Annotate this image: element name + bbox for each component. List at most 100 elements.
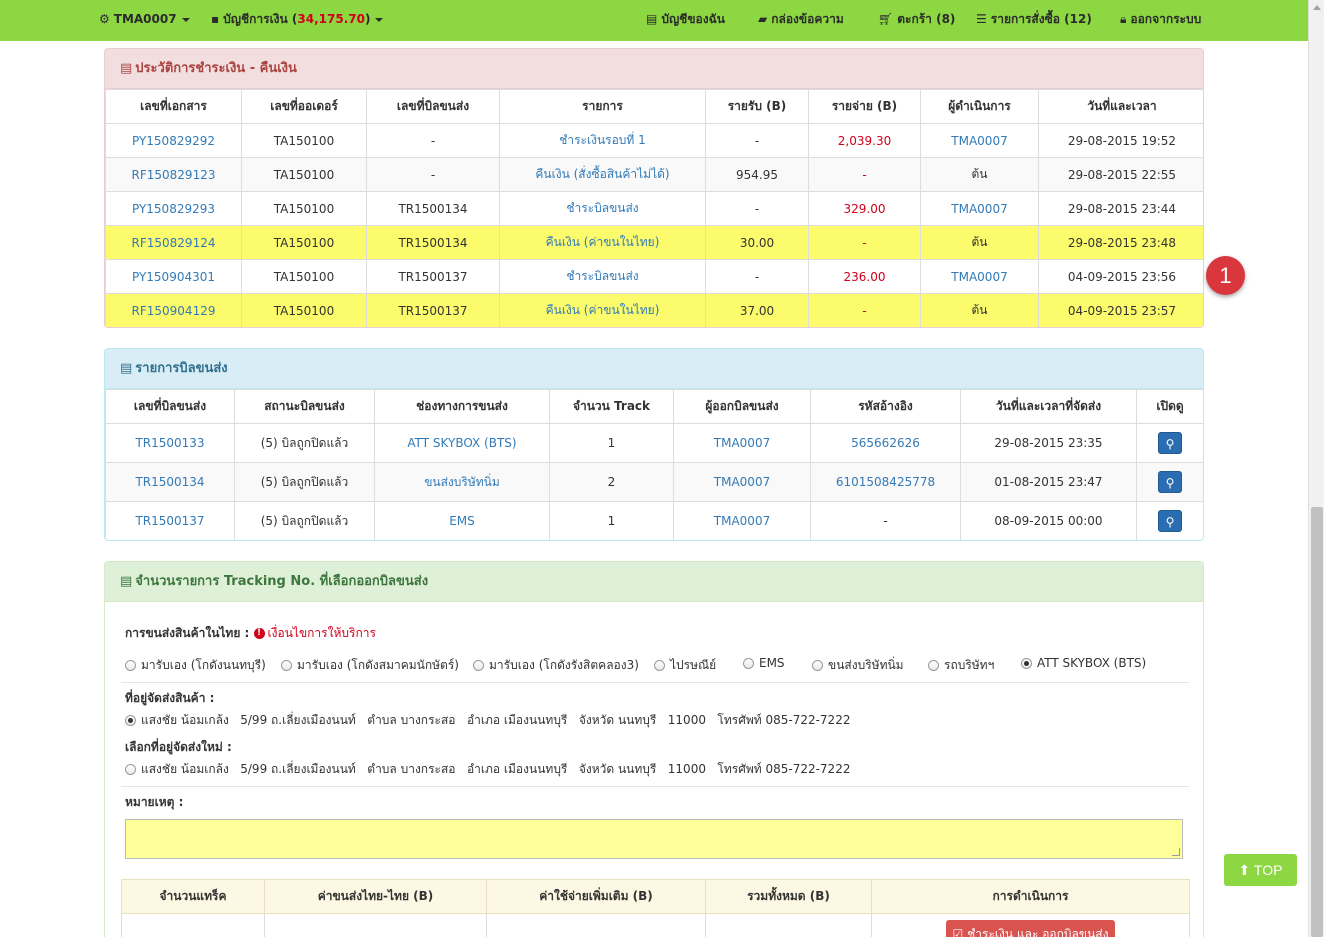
table-row: PY150829292 TA150100 - ชำระเงินรอบที่ 1 - 2,0… [105,123,1203,158]
scrollbar-thumb[interactable] [1311,507,1323,937]
tracking-panel: ▤ จำนวนรายการ Tracking No. ที่เลือกออกบิล… [104,561,1204,937]
datetime: 29-08-2015 22:55 [1067,167,1177,182]
orders-link[interactable]: ☰ รายการสั่งซื้อ (12) [976,0,1092,41]
shipping-option[interactable]: รถบริษัทฯ [928,656,994,675]
radio-button-checked[interactable] [125,715,136,726]
conditions-link[interactable]: ! เงื่อนไขการให้บริการ [253,626,376,640]
extra-fee-cell [486,913,706,937]
item-link[interactable]: ชำระบิลขนส่ง [566,269,638,283]
address-option[interactable]: แสงชัย น้อมเกล้ง 5/99 ถ.เลี่ยงเมืองนนท์ … [125,711,850,730]
radio-button[interactable] [125,764,136,775]
remark-textarea[interactable] [125,819,1183,859]
shipping-option[interactable]: มารับเอง (โกดังสมาคมนักษัตร์) [281,656,459,675]
operator-link[interactable]: ต้น [972,303,988,317]
operator-link[interactable]: TMA0007 [951,202,1007,216]
income-amount: - [754,133,760,148]
doc-number-link[interactable]: RF150829124 [132,236,216,250]
bill-number: - [430,133,436,148]
action-cell: ☑ ชำระเงิน และ ออกบิลขนส่ง [871,913,1190,937]
table-cell: 29-08-2015 19:52 [1038,123,1203,158]
operator-link[interactable]: ต้น [972,167,988,181]
cart-link[interactable]: 🛒︎ ตะกร้า (8) [878,0,955,41]
operator-link[interactable]: TMA0007 [951,134,1007,148]
col-header: รายการ [499,89,706,124]
issuer-link[interactable]: TMA0007 [714,436,770,450]
table-cell: 29-08-2015 23:44 [1038,191,1203,226]
radio-button[interactable] [473,660,484,671]
operator-link[interactable]: TMA0007 [951,270,1007,284]
table-cell: PY150829293 [105,191,242,226]
bill-number: - [430,167,436,182]
operator-link[interactable]: ต้น [972,235,988,249]
bill-number: TR1500134 [398,235,468,250]
account-menu[interactable]: ▪ บัญชีการเงิน (34,175.70) [211,0,384,41]
radio-button[interactable] [281,660,292,671]
item-link[interactable]: ชำระเงินรอบที่ 1 [559,133,646,147]
doc-number-link[interactable]: PY150904301 [132,270,215,284]
shipping-option[interactable]: ขนส่งบริษัทนิ่ม [812,656,904,675]
scroll-up-icon[interactable] [1313,5,1321,10]
pay-and-issue-button[interactable]: ☑ ชำระเงิน และ ออกบิลขนส่ง [946,920,1115,937]
my-account-link[interactable]: ▤ บัญชีของฉัน [646,0,725,41]
view-bill-button[interactable]: ⚲ [1158,510,1182,532]
table-cell: 2 [549,462,674,502]
table-cell: TA150100 [241,225,367,260]
bill-number-link[interactable]: TR1500137 [135,514,204,528]
col-header: เลขที่บิลขนส่ง [105,389,235,424]
search-icon: ⚲ [1165,437,1175,451]
logout-link[interactable]: 🔒︎ ออกจากระบบ [1120,0,1201,41]
view-bill-button[interactable]: ⚲ [1158,471,1182,493]
order-number: TA150100 [273,269,335,284]
shipping-option[interactable]: มารับเอง (โกดังนนทบุรี) [125,656,266,675]
item-link[interactable]: คืนเงิน (ค่าขนในไทย) [546,235,660,249]
shipping-option[interactable]: EMS [743,656,785,670]
table-cell: RF150904129 [105,293,242,327]
item-link[interactable]: ชำระบิลขนส่ง [566,201,638,215]
shipping-bills-panel: ▤ รายการบิลขนส่ง เลขที่บิลขนส่ง สถานะบิลข… [104,348,1204,541]
scroll-top-button[interactable]: ⬆ TOP [1224,854,1297,886]
table-cell: TA150100 [241,123,367,158]
table-cell: PY150904301 [105,259,242,294]
doc-number-link[interactable]: PY150829292 [132,134,215,148]
item-link[interactable]: คืนเงิน (ค่าขนในไทย) [546,303,660,317]
track-count: 1 [607,514,616,528]
search-icon: ⚲ [1165,515,1175,529]
col-header: เลขที่บิลขนส่ง [366,89,500,124]
item-link[interactable]: คืนเงิน (สั่งซื้อสินค้าไม่ได้) [535,167,669,181]
ship-datetime: 29-08-2015 23:35 [994,436,1103,450]
table-row: RF150829123 TA150100 - คืนเงิน (สั่งซื้อสิน… [105,157,1203,192]
col-header: รายรับ (B) [705,89,809,124]
inbox-link[interactable]: ▰ กล่องข้อความ [758,0,844,41]
shipping-channel-link[interactable]: ATT SKYBOX (BTS) [407,436,516,450]
radio-button[interactable] [928,660,939,671]
doc-number-link[interactable]: RF150829123 [132,168,216,182]
shipping-option[interactable]: ไปรษณีย์ [654,656,716,675]
shipping-channel-link[interactable]: EMS [449,514,475,528]
issuer-link[interactable]: TMA0007 [714,514,770,528]
table-cell: TMA0007 [920,259,1039,294]
col-header: วันที่และเวลาที่จัดส่ง [960,389,1137,424]
shipping-option-selected[interactable]: ATT SKYBOX (BTS) [1021,656,1146,670]
order-number: TA150100 [273,167,335,182]
shipping-option[interactable]: มารับเอง (โกดังรังสิตคลอง3) [473,656,639,675]
table-cell: 04-09-2015 23:56 [1038,259,1203,294]
view-bill-button[interactable]: ⚲ [1158,432,1182,454]
user-menu[interactable]: ⚙ TMA0007 [99,0,190,41]
shipping-method-label: การขนส่งสินค้าในไทย : ! เงื่อนไขการให้บริ… [125,624,376,643]
doc-number-link[interactable]: RF150904129 [132,304,216,318]
track-count: 2 [607,475,616,489]
page-scrollbar[interactable] [1308,0,1324,937]
radio-button[interactable] [812,660,823,671]
datetime: 29-08-2015 23:48 [1067,235,1177,250]
radio-button[interactable] [743,658,754,669]
doc-number-link[interactable]: PY150829293 [132,202,215,216]
bill-number-link[interactable]: TR1500134 [135,475,204,489]
col-header: วันที่และเวลา [1038,89,1203,124]
new-address-option[interactable]: แสงชัย น้อมเกล้ง 5/99 ถ.เลี่ยงเมืองนนท์ … [125,760,850,779]
shipping-channel-link[interactable]: ขนส่งบริษัทนิ่ม [424,475,500,489]
issuer-link[interactable]: TMA0007 [714,475,770,489]
radio-button[interactable] [125,660,136,671]
radio-button-checked[interactable] [1021,658,1032,669]
radio-button[interactable] [654,660,665,671]
bill-number-link[interactable]: TR1500133 [135,436,204,450]
